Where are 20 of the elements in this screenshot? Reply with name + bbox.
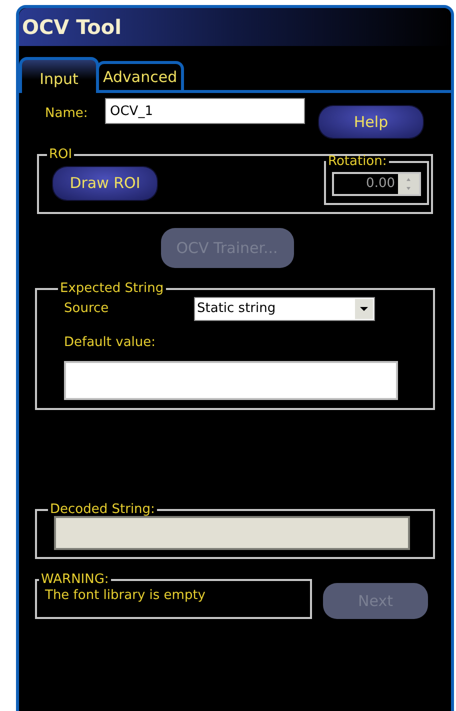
tab[interactable]: Input [19,57,99,93]
default-value-field[interactable] [64,360,398,400]
help-button[interactable]: Help [319,106,423,138]
group-title: Expected String [59,282,165,295]
draw-roi-button[interactable]: Draw ROI [53,167,157,200]
tab[interactable]: Advanced [96,61,184,90]
group-title: ROI [48,148,74,161]
group-title: Decoded String: [49,503,156,516]
source-label: Source [64,300,110,318]
source-dropdown[interactable]: Static string [194,297,375,321]
name-label: Name: [45,105,89,123]
source-value: Static string [196,300,277,318]
warning-message: The font library is empty [45,587,206,605]
group-title: Rotation: [327,155,388,168]
name-field[interactable]: OCV_1 [105,98,305,124]
default-value-label: Default value: [64,334,157,352]
rotation-value: 0.00 [365,175,396,193]
group-title: WARNING: [40,573,110,586]
caret-icon [355,299,373,319]
window-title: OCV Tool [22,14,122,41]
